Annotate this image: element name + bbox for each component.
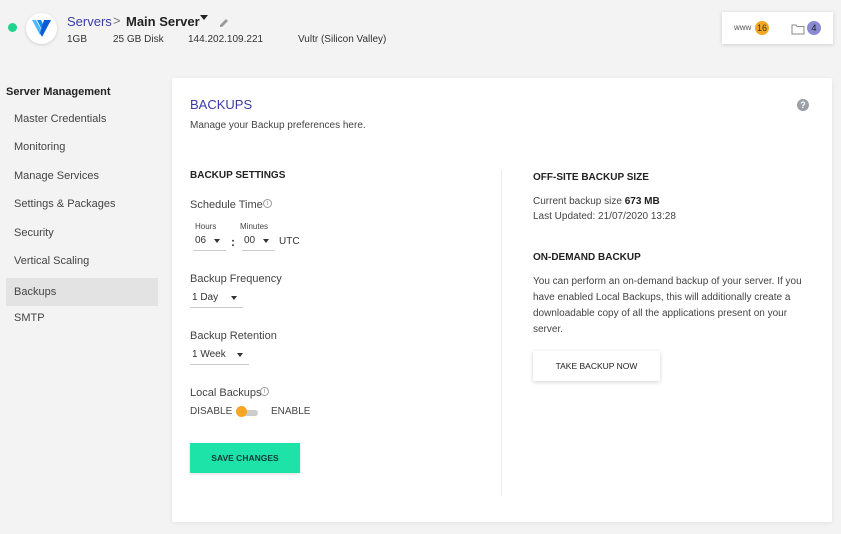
local-backups-label: Local Backups <box>190 387 262 399</box>
info-icon[interactable]: i <box>263 199 272 208</box>
chevron-down-icon <box>263 239 269 243</box>
chevron-down-icon <box>237 353 243 357</box>
sidebar-title: Server Management <box>6 86 111 98</box>
sidebar-item-security[interactable]: Security <box>6 219 158 247</box>
last-updated: Last Updated: 21/07/2020 13:28 <box>533 211 676 222</box>
server-ip: 144.202.109.221 <box>188 34 264 45</box>
info-icon[interactable]: i <box>260 387 269 396</box>
backup-frequency-label: Backup Frequency <box>190 273 282 285</box>
sidebar-item-smtp[interactable]: SMTP <box>6 304 158 332</box>
hours-label: Hours <box>195 222 217 231</box>
edit-pencil-icon[interactable] <box>219 15 229 33</box>
status-indicator <box>8 23 17 32</box>
chevron-down-icon <box>231 296 237 300</box>
breadcrumb-servers-link[interactable]: Servers <box>67 14 112 29</box>
on-demand-description: You can perform an on-demand backup of y… <box>533 276 802 335</box>
timezone-label: UTC <box>279 236 300 247</box>
save-changes-button[interactable]: SAVE CHANGES <box>190 443 300 473</box>
breadcrumb-separator: > <box>113 13 121 28</box>
backup-frequency-value: 1 Day <box>192 292 219 303</box>
time-separator: : <box>231 235 235 249</box>
backup-settings-heading: BACKUP SETTINGS <box>190 170 286 181</box>
schedule-time-label: Schedule Time <box>190 199 263 211</box>
column-divider <box>501 170 502 495</box>
minutes-select[interactable]: 00 <box>242 231 275 251</box>
sidebar-item-monitoring[interactable]: Monitoring <box>6 133 158 161</box>
minutes-value: 00 <box>244 235 256 246</box>
page-subtitle: Manage your Backup preferences here. <box>190 120 366 131</box>
server-provider: Vultr (Silicon Valley) <box>298 34 387 45</box>
server-switch-dropdown-icon[interactable] <box>200 15 208 20</box>
page-title: BACKUPS <box>190 97 253 112</box>
server-disk: 25 GB Disk <box>113 34 164 45</box>
folder-count-badge: 4 <box>807 21 821 35</box>
toggle-disable-label: DISABLE <box>190 406 233 417</box>
hours-value: 06 <box>195 235 207 246</box>
header-bar: Servers > Main Server 1GB 25 GB Disk 144… <box>0 0 841 62</box>
backup-size-value: 673 MB <box>624 196 660 207</box>
vultr-logo-icon <box>26 13 57 44</box>
offsite-backup-size-heading: OFF-SITE BACKUP SIZE <box>533 172 649 183</box>
take-backup-now-button[interactable]: TAKE BACKUP NOW <box>533 351 660 381</box>
backup-frequency-select[interactable]: 1 Day <box>190 288 243 308</box>
backup-retention-value: 1 Week <box>192 349 226 360</box>
sidebar-item-settings-packages[interactable]: Settings & Packages <box>6 190 158 218</box>
header-badges: www 16 4 <box>722 12 833 44</box>
backups-panel: BACKUPS Manage your Backup preferences h… <box>172 78 832 522</box>
current-backup-size: Current backup size 673 MB <box>533 196 660 207</box>
help-icon[interactable]: ? <box>797 99 809 111</box>
sidebar-item-backups[interactable]: Backups <box>6 278 158 306</box>
on-demand-backup-heading: ON-DEMAND BACKUP <box>533 252 641 263</box>
www-icon[interactable]: www <box>734 23 751 32</box>
sidebar-item-vertical-scaling[interactable]: Vertical Scaling <box>6 247 158 275</box>
local-backups-toggle-knob[interactable] <box>236 406 247 417</box>
www-count-badge: 16 <box>755 21 769 35</box>
toggle-enable-label: ENABLE <box>271 406 311 417</box>
backup-size-label: Current backup size <box>533 196 622 207</box>
chevron-down-icon <box>214 239 220 243</box>
hours-select[interactable]: 06 <box>193 231 226 251</box>
minutes-label: Minutes <box>240 222 269 231</box>
backup-retention-select[interactable]: 1 Week <box>190 345 249 365</box>
backup-retention-label: Backup Retention <box>190 330 277 342</box>
sidebar-item-manage-services[interactable]: Manage Services <box>6 162 158 190</box>
server-ram: 1GB <box>67 34 88 45</box>
folder-icon[interactable] <box>791 22 805 40</box>
server-name: Main Server <box>126 14 200 29</box>
sidebar-item-master-credentials[interactable]: Master Credentials <box>6 105 158 133</box>
